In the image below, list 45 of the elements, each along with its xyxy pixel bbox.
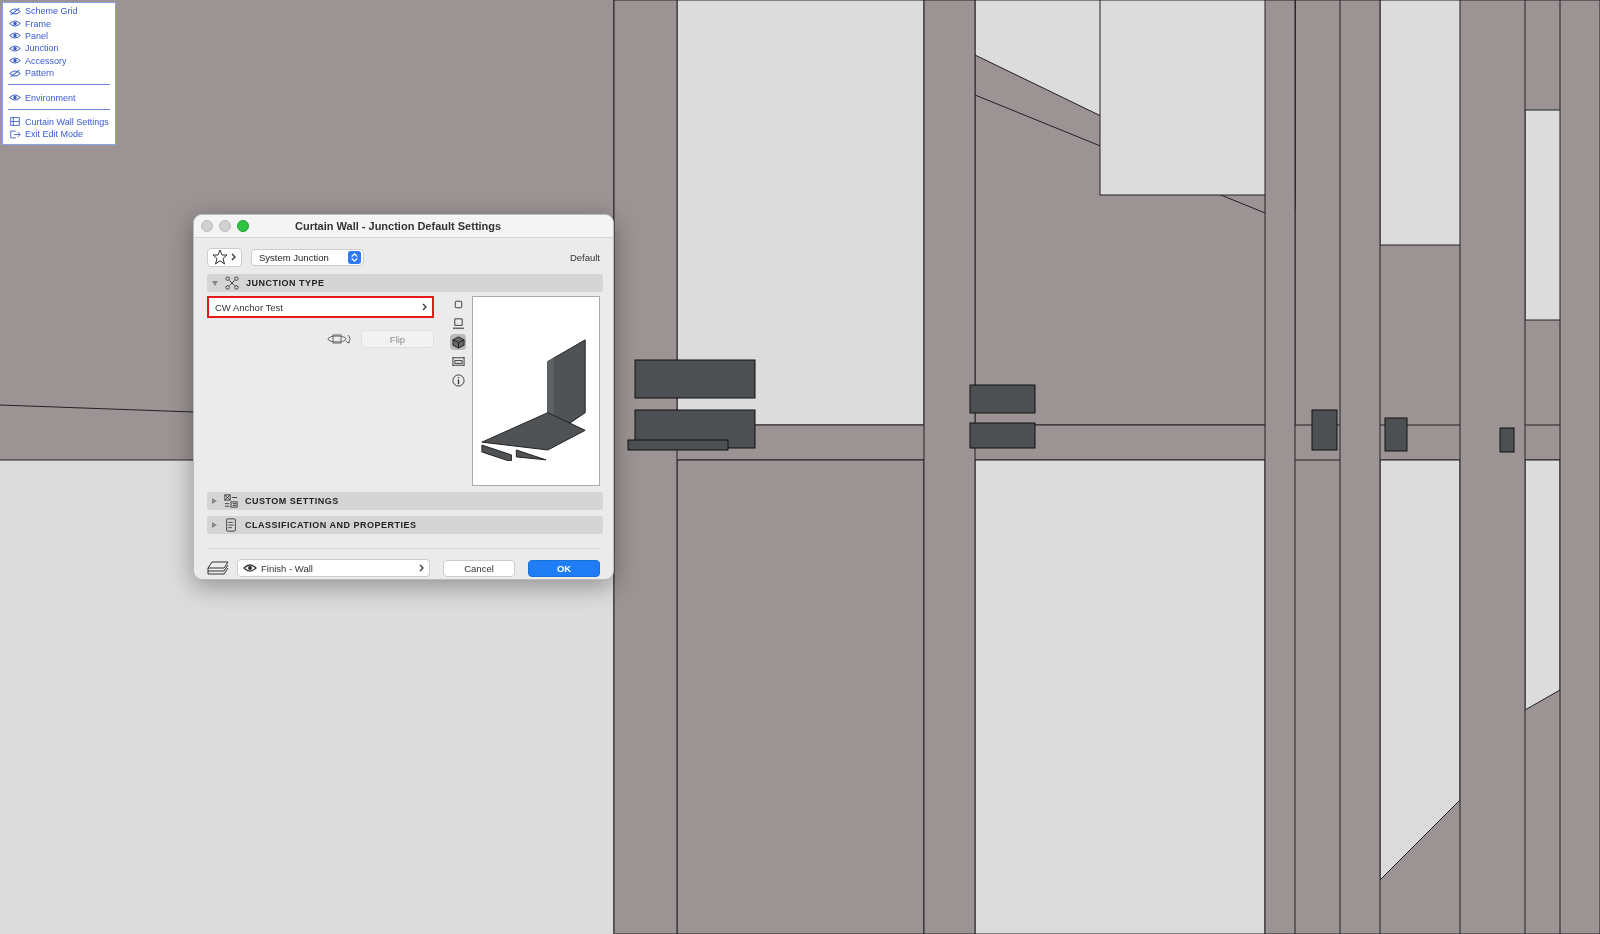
section-header[interactable]: CUSTOM SETTINGS — [207, 492, 603, 510]
chevron-icon — [231, 253, 237, 261]
flip-icon — [327, 332, 353, 346]
palette-item[interactable]: Pattern — [3, 66, 115, 80]
document-icon — [224, 518, 238, 532]
star-icon — [212, 249, 228, 265]
section-icon — [451, 316, 465, 330]
disclosure-icon — [212, 498, 217, 504]
chevron-icon — [422, 303, 427, 311]
disclosure-icon — [212, 280, 218, 286]
info-icon — [451, 373, 465, 387]
junction-icon — [225, 276, 239, 290]
section-header[interactable]: CLASSIFICATION AND PROPERTIES — [207, 516, 603, 534]
palette-item[interactable]: Scheme Grid — [3, 5, 115, 18]
window-title: Curtain Wall - Junction Default Settings — [295, 220, 502, 232]
perspective-view-button[interactable] — [450, 334, 466, 350]
type-dropdown[interactable]: System Junction — [251, 248, 364, 266]
layer-name: Finish - Wall — [261, 562, 314, 574]
eye-icon — [243, 563, 257, 573]
palette-item[interactable]: Frame — [3, 17, 115, 30]
palette-item[interactable]: Curtain Wall Settings — [3, 115, 115, 129]
palette-item[interactable]: Accessory — [3, 54, 115, 67]
chevron-icon — [419, 564, 424, 572]
stepper-icon — [348, 250, 361, 264]
settings-table-icon — [224, 494, 238, 508]
elevation-icon — [451, 354, 465, 368]
cube-icon — [451, 335, 465, 349]
section-view-button[interactable] — [450, 315, 466, 331]
disclosure-icon — [212, 522, 217, 528]
default-label: Default — [569, 251, 600, 263]
section-header[interactable]: JUNCTION TYPE — [207, 274, 603, 292]
layers-icon — [207, 561, 229, 575]
cancel-button[interactable]: Cancel — [443, 559, 515, 577]
exit-icon — [9, 129, 21, 139]
grid-icon — [9, 117, 21, 127]
zoom-button[interactable] — [237, 220, 249, 232]
palette-item[interactable]: Exit Edit Mode — [3, 128, 115, 141]
favorites-button[interactable] — [207, 247, 242, 267]
info-view-button[interactable] — [450, 372, 466, 388]
layer-dropdown[interactable]: Finish - Wall — [237, 559, 430, 577]
ok-button[interactable]: OK — [528, 559, 600, 577]
palette-item[interactable]: Environment — [3, 91, 115, 104]
palette-item[interactable]: Panel — [3, 29, 115, 43]
junction-type-field[interactable]: CW Anchor Test — [207, 296, 434, 318]
palette-item[interactable]: Junction — [3, 42, 115, 55]
